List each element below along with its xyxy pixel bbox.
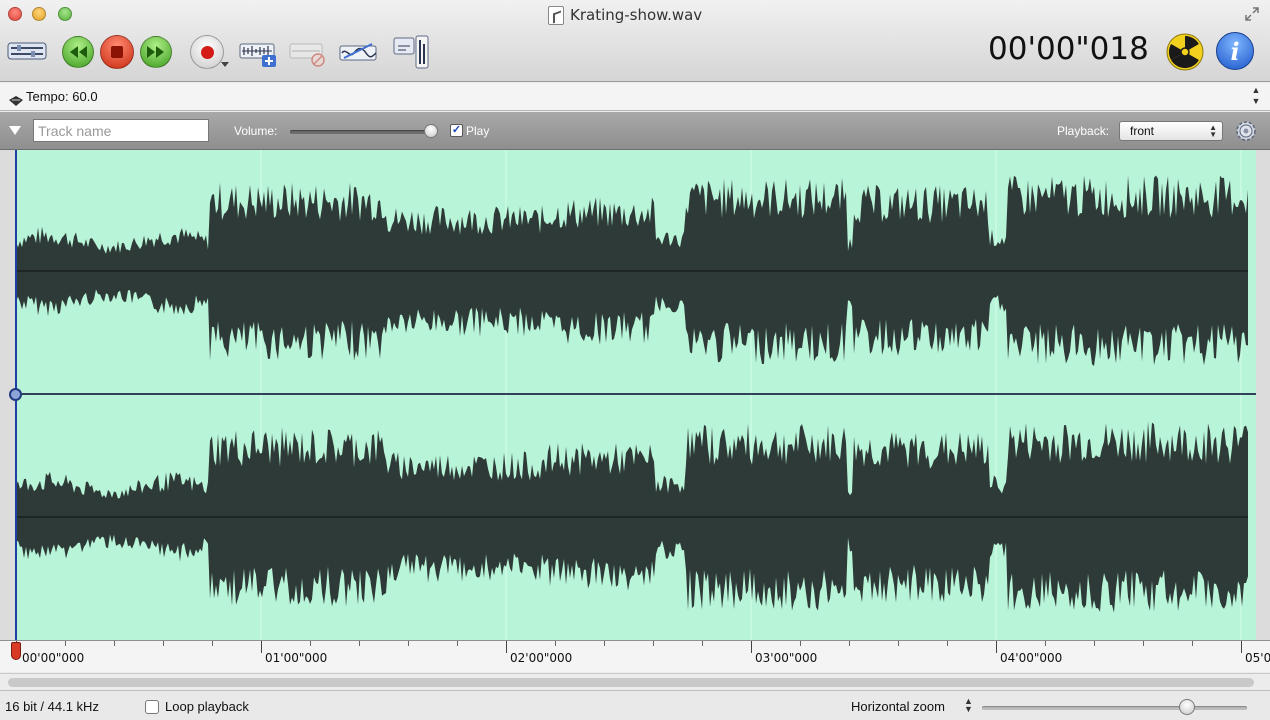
fullscreen-icon[interactable] <box>1244 6 1260 22</box>
audio-format: 16 bit / 44.1 kHz <box>5 699 99 714</box>
ruler-minor-tick <box>898 641 899 646</box>
ruler-minor-tick <box>653 641 654 646</box>
collapse-track-icon[interactable] <box>9 126 21 135</box>
ruler-minor-tick <box>800 641 801 646</box>
loop-playback-label[interactable]: Loop playback <box>165 699 249 714</box>
ruler-minor-tick <box>114 641 115 646</box>
close-window-button[interactable] <box>8 7 22 21</box>
horizontal-zoom-slider[interactable] <box>982 706 1247 710</box>
playhead-handle[interactable] <box>9 388 22 401</box>
stop-icon <box>111 46 123 58</box>
ruler-minor-tick <box>702 641 703 646</box>
horizontal-scroll-thumb[interactable] <box>8 678 1254 687</box>
ruler-minor-tick <box>555 641 556 646</box>
ruler-minor-tick <box>604 641 605 646</box>
minimize-window-button[interactable] <box>32 7 46 21</box>
ruler-major-tick <box>751 641 752 653</box>
effects-icon[interactable] <box>338 38 378 68</box>
document-icon <box>548 5 564 25</box>
ruler-minor-tick <box>212 641 213 646</box>
record-options-chevron-icon[interactable] <box>221 62 229 67</box>
timecode-display: 00'00"018 <box>988 31 1149 67</box>
ruler-minor-tick <box>1094 641 1095 646</box>
tempo-bar: Tempo: 60.0 ▲ ▼ <box>0 83 1270 111</box>
ruler-time-label: 02'00"000 <box>510 651 573 665</box>
zoom-stepper[interactable]: ▲ ▼ <box>964 697 973 714</box>
meters-icon[interactable] <box>390 34 430 70</box>
ruler-minor-tick <box>947 641 948 646</box>
horizontal-zoom-knob[interactable] <box>1179 699 1195 715</box>
horizontal-zoom-label: Horizontal zoom <box>851 699 945 714</box>
gear-icon[interactable] <box>1234 119 1258 143</box>
stop-button[interactable] <box>100 35 134 69</box>
add-track-icon[interactable] <box>238 38 278 68</box>
ruler-minor-tick <box>65 641 66 646</box>
ruler-time-label: 05'0 <box>1245 651 1270 665</box>
playback-select-value: front <box>1130 124 1155 138</box>
play-checkbox[interactable]: ✓ <box>450 124 463 137</box>
remove-track-icon[interactable] <box>288 38 328 68</box>
ruler-minor-tick <box>408 641 409 646</box>
start-marker[interactable] <box>11 642 21 660</box>
toolbar: Krating-show.wav 00'00"018 i <box>0 0 1270 82</box>
ruler-minor-tick <box>1143 641 1144 646</box>
ruler-major-tick <box>1241 641 1242 653</box>
fast-forward-button[interactable] <box>140 36 172 68</box>
tempo-stepper[interactable]: ▲ ▼ <box>1250 85 1262 109</box>
ruler-minor-tick <box>1192 641 1193 646</box>
radiation-icon[interactable] <box>1166 33 1204 71</box>
volume-slider-knob[interactable] <box>424 124 438 138</box>
loop-playback-checkbox[interactable] <box>145 700 159 714</box>
track-header: Volume: ✓ Play Playback: front ▲▼ <box>0 112 1270 150</box>
ruler-minor-tick <box>1045 641 1046 646</box>
select-arrows-icon: ▲ ▼ <box>1209 123 1217 139</box>
tempo-label[interactable]: Tempo: 60.0 <box>26 89 98 104</box>
record-button[interactable] <box>190 35 224 69</box>
ruler-time-label: 00'00"000 <box>22 651 85 665</box>
info-icon: i <box>1230 36 1240 66</box>
fast-forward-icon <box>147 46 164 58</box>
status-bar: 16 bit / 44.1 kHz Loop playback Horizont… <box>0 690 1270 720</box>
volume-label: Volume: <box>234 124 278 138</box>
horizontal-scrollbar[interactable] <box>0 673 1270 690</box>
ruler-minor-tick <box>163 641 164 646</box>
ruler-time-label: 03'00"000 <box>755 651 818 665</box>
playback-label: Playback: <box>1057 124 1110 138</box>
info-button[interactable]: i <box>1216 32 1254 70</box>
rewind-icon <box>70 46 87 58</box>
ruler-time-label: 04'00"000 <box>1000 651 1063 665</box>
playback-select[interactable]: front ▲ ▼ <box>1119 121 1223 141</box>
ruler-major-tick <box>996 641 997 653</box>
record-icon <box>200 45 214 59</box>
time-ruler[interactable]: 00'00"000 01'00"000 02'00"000 03'00"000 04'0… <box>0 640 1270 672</box>
play-label: Play <box>466 124 490 138</box>
ruler-minor-tick <box>457 641 458 646</box>
ruler-minor-tick <box>310 641 311 646</box>
zoom-window-button[interactable] <box>58 7 72 21</box>
tempo-icon <box>8 94 24 106</box>
track-right-gutter <box>1256 150 1270 640</box>
mixer-icon[interactable] <box>7 38 47 64</box>
rewind-button[interactable] <box>62 36 94 68</box>
app-window: Krating-show.wav 00'00"018 i Tempo: 60.0… <box>0 0 1270 720</box>
ruler-minor-tick <box>849 641 850 646</box>
volume-slider[interactable] <box>290 130 434 134</box>
window-title: Krating-show.wav <box>548 5 702 25</box>
ruler-major-tick <box>506 641 507 653</box>
ruler-time-label: 01'00"000 <box>265 651 328 665</box>
ruler-minor-tick <box>359 641 360 646</box>
waveform[interactable] <box>16 150 1256 640</box>
track-name-input[interactable] <box>33 119 209 142</box>
ruler-major-tick <box>261 641 262 653</box>
window-title-text: Krating-show.wav <box>570 6 703 24</box>
